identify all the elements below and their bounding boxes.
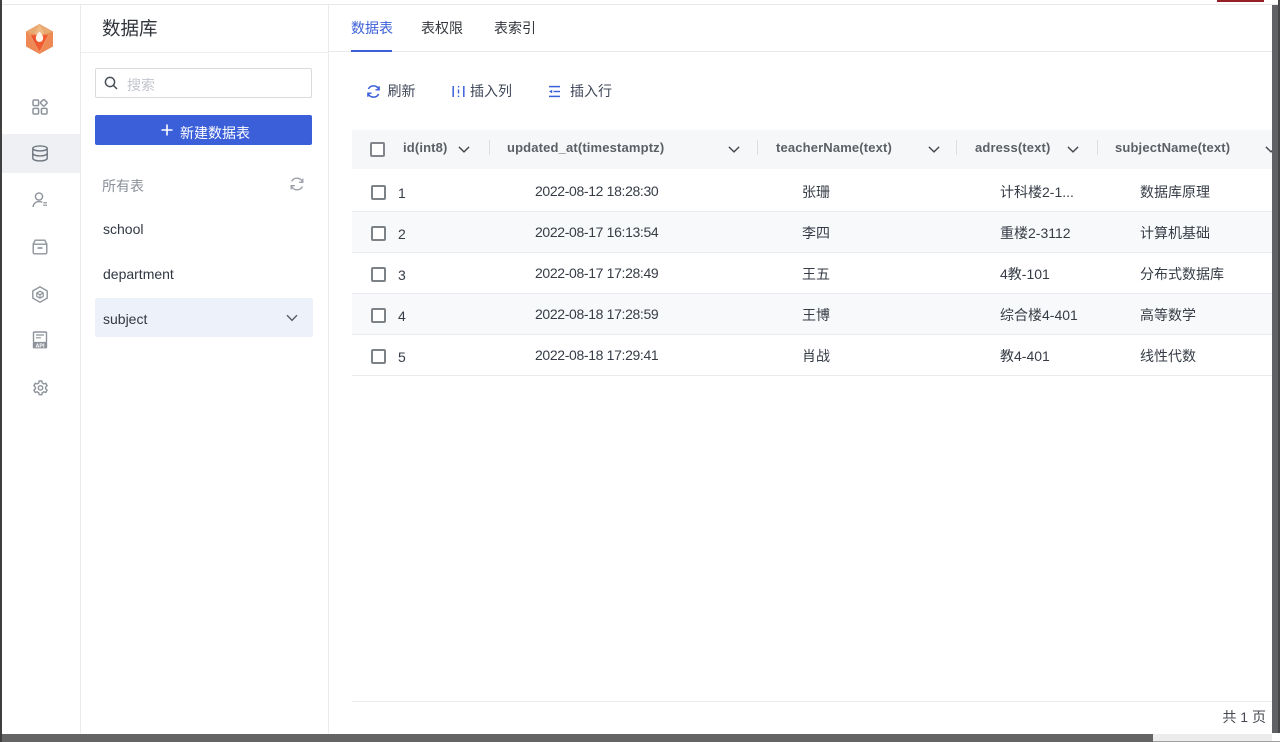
svg-text:API: API bbox=[36, 343, 45, 349]
